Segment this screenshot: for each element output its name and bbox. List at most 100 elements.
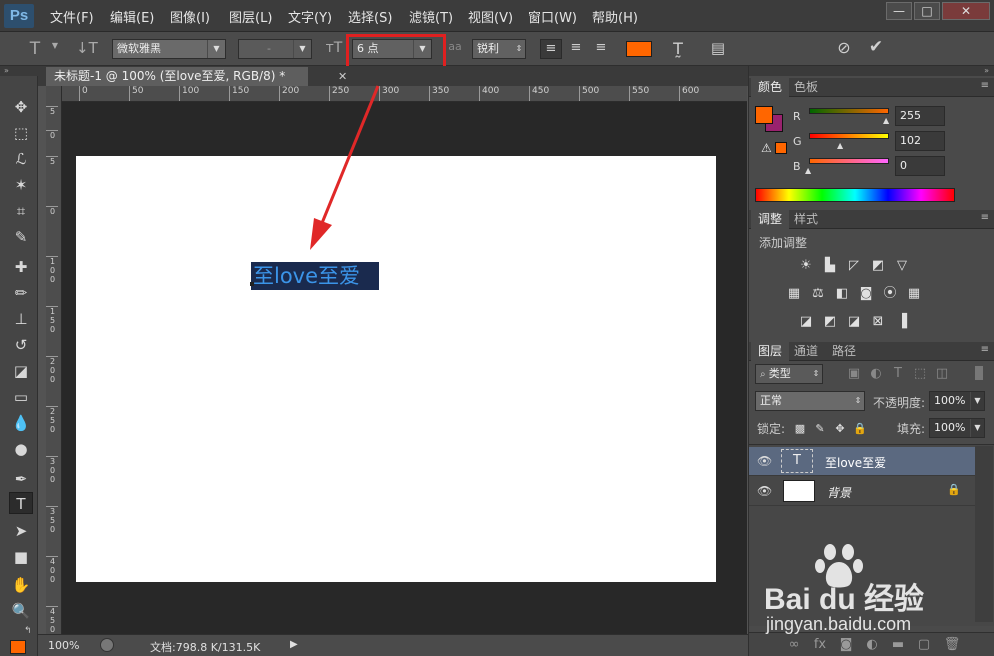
warp-text-icon[interactable]: T̰ <box>668 39 688 58</box>
foreground-color-swatch[interactable] <box>10 640 26 654</box>
gradient-tool-icon[interactable]: ▭ <box>9 386 33 408</box>
tab-layers[interactable]: 图层 <box>751 342 790 361</box>
pen-tool-icon[interactable]: ✒ <box>9 468 33 490</box>
foreground-color-swatch[interactable] <box>755 106 773 124</box>
menu-filter[interactable]: 滤镜(T) <box>409 7 453 26</box>
eye-icon[interactable]: 👁 <box>757 484 772 498</box>
cancel-icon[interactable]: ⊘ <box>834 38 854 57</box>
panel-collapse-icon[interactable]: » <box>0 66 38 76</box>
font-style-select[interactable]: - ▼ <box>238 39 312 59</box>
type-tool-icon[interactable]: T <box>9 492 33 514</box>
panel-menu-icon[interactable]: ≡ <box>981 80 989 91</box>
posterize-icon[interactable]: ◩ <box>821 314 839 330</box>
align-right-icon[interactable]: ≡ <box>591 40 611 55</box>
layer-name[interactable]: 背景 <box>827 484 851 501</box>
minimize-button[interactable]: — <box>886 2 912 20</box>
filter-pixel-icon[interactable]: ▣ <box>845 366 863 382</box>
commit-icon[interactable]: ✔ <box>866 37 886 57</box>
brush-tool-icon[interactable]: ✏ <box>9 282 33 304</box>
vibrance-icon[interactable]: ▽ <box>893 258 911 274</box>
color-lookup-icon[interactable]: ▦ <box>905 286 923 302</box>
black-white-icon[interactable]: ◧ <box>833 286 851 302</box>
menu-help[interactable]: 帮助(H) <box>592 7 638 26</box>
threshold-icon[interactable]: ◪ <box>845 314 863 330</box>
b-slider-thumb-icon[interactable]: ▲ <box>805 166 811 175</box>
text-orientation-icon[interactable]: ↓T <box>76 39 98 57</box>
g-value[interactable]: 102 <box>895 131 945 151</box>
vertical-ruler[interactable]: 5 0 5 0 1 0 0 1 5 0 2 0 0 2 5 0 3 0 0 3 … <box>46 86 62 634</box>
share-icon[interactable] <box>100 638 114 652</box>
hue-saturation-icon[interactable]: ▦ <box>785 286 803 302</box>
align-center-icon[interactable]: ≡ <box>566 40 586 55</box>
r-value[interactable]: 255 <box>895 106 945 126</box>
r-slider[interactable] <box>809 108 889 114</box>
filter-adjustment-icon[interactable]: ◐ <box>867 366 885 382</box>
path-selection-tool-icon[interactable]: ➤ <box>9 520 33 542</box>
menu-edit[interactable]: 编辑(E) <box>110 7 154 26</box>
menu-image[interactable]: 图像(I) <box>170 7 210 26</box>
clone-stamp-tool-icon[interactable]: ⊥ <box>9 308 33 330</box>
layer-name[interactable]: 至love至爱 <box>825 454 886 471</box>
eyedropper-tool-icon[interactable]: ✎ <box>9 226 33 248</box>
tab-styles[interactable]: 样式 <box>787 210 825 229</box>
magic-wand-tool-icon[interactable]: ✶ <box>9 174 33 196</box>
rectangle-tool-icon[interactable]: ■ <box>9 546 33 568</box>
layer-filter-select[interactable]: ⌕ 类型 ⇕ <box>755 364 823 384</box>
hand-tool-icon[interactable]: ✋ <box>9 574 33 596</box>
b-value[interactable]: 0 <box>895 156 945 176</box>
b-slider[interactable] <box>809 158 889 164</box>
filter-type-icon[interactable]: T <box>889 366 907 382</box>
selective-color-icon[interactable]: ⊠ <box>869 314 887 330</box>
eye-icon[interactable]: 👁 <box>757 454 772 468</box>
blur-tool-icon[interactable]: 💧 <box>9 412 33 434</box>
fill-field[interactable]: 100% ▼ <box>929 418 985 438</box>
lock-all-icon[interactable]: 🔒 <box>851 421 869 437</box>
document-canvas[interactable] <box>76 156 716 582</box>
r-slider-thumb-icon[interactable]: ▲ <box>883 116 889 125</box>
menu-window[interactable]: 窗口(W) <box>528 7 577 26</box>
invert-icon[interactable]: ◪ <box>797 314 815 330</box>
color-spectrum-bar[interactable] <box>755 188 955 202</box>
history-brush-tool-icon[interactable]: ↺ <box>9 334 33 356</box>
lock-image-icon[interactable]: ✎ <box>811 421 829 437</box>
gamut-color-swatch[interactable] <box>775 142 787 154</box>
layers-scrollbar[interactable] <box>975 446 993 622</box>
brightness-icon[interactable]: ☀ <box>797 258 815 274</box>
exposure-icon[interactable]: ◩ <box>869 258 887 274</box>
layer-row[interactable]: 👁 T 至love至爱 <box>749 447 975 476</box>
crop-tool-icon[interactable]: ⌗ <box>9 200 33 222</box>
tab-channels[interactable]: 通道 <box>787 342 825 361</box>
gradient-map-icon[interactable]: ▐ <box>893 314 911 330</box>
blend-mode-select[interactable]: 正常 ⇕ <box>755 391 865 411</box>
marquee-tool-icon[interactable]: ⬚ <box>9 122 33 144</box>
layer-row[interactable]: 👁 背景 🔒 <box>749 477 975 506</box>
chevron-down-icon[interactable]: ▼ <box>50 41 60 50</box>
channel-mixer-icon[interactable]: ⦿ <box>881 286 899 302</box>
tab-paths[interactable]: 路径 <box>825 342 863 361</box>
horizontal-ruler[interactable]: 0 50 100 150 200 250 300 350 400 450 500… <box>62 86 747 102</box>
panel-menu-icon[interactable]: ≡ <box>981 212 989 223</box>
curves-icon[interactable]: ◸ <box>845 258 863 274</box>
text-color-swatch[interactable] <box>626 41 652 57</box>
menu-view[interactable]: 视图(V) <box>468 7 513 26</box>
zoom-tool-icon[interactable]: 🔍 <box>9 600 33 622</box>
filter-smart-object-icon[interactable]: ◫ <box>933 366 951 382</box>
eraser-tool-icon[interactable]: ◪ <box>9 360 33 382</box>
menu-type[interactable]: 文字(Y) <box>288 7 332 26</box>
antialias-select[interactable]: 锐利 ⇕ <box>472 39 526 59</box>
lock-transparent-icon[interactable]: ▩ <box>791 421 809 437</box>
lasso-tool-icon[interactable]: ℒ <box>9 148 33 170</box>
healing-brush-tool-icon[interactable]: ✚ <box>9 256 33 278</box>
g-slider-thumb-icon[interactable]: ▲ <box>837 141 843 150</box>
panel-menu-icon[interactable]: ≡ <box>981 344 989 355</box>
maximize-button[interactable]: □ <box>914 2 940 20</box>
tab-adjustments[interactable]: 调整 <box>751 210 790 229</box>
lock-position-icon[interactable]: ✥ <box>831 421 849 437</box>
filter-shape-icon[interactable]: ⬚ <box>911 366 929 382</box>
move-tool-icon[interactable]: ✥ <box>9 96 33 118</box>
close-button[interactable]: ✕ <box>942 2 990 20</box>
color-balance-icon[interactable]: ⚖ <box>809 286 827 302</box>
gamut-warning-icon[interactable]: ⚠ <box>761 141 772 155</box>
menu-layer[interactable]: 图层(L) <box>229 7 272 26</box>
opacity-field[interactable]: 100% ▼ <box>929 391 985 411</box>
